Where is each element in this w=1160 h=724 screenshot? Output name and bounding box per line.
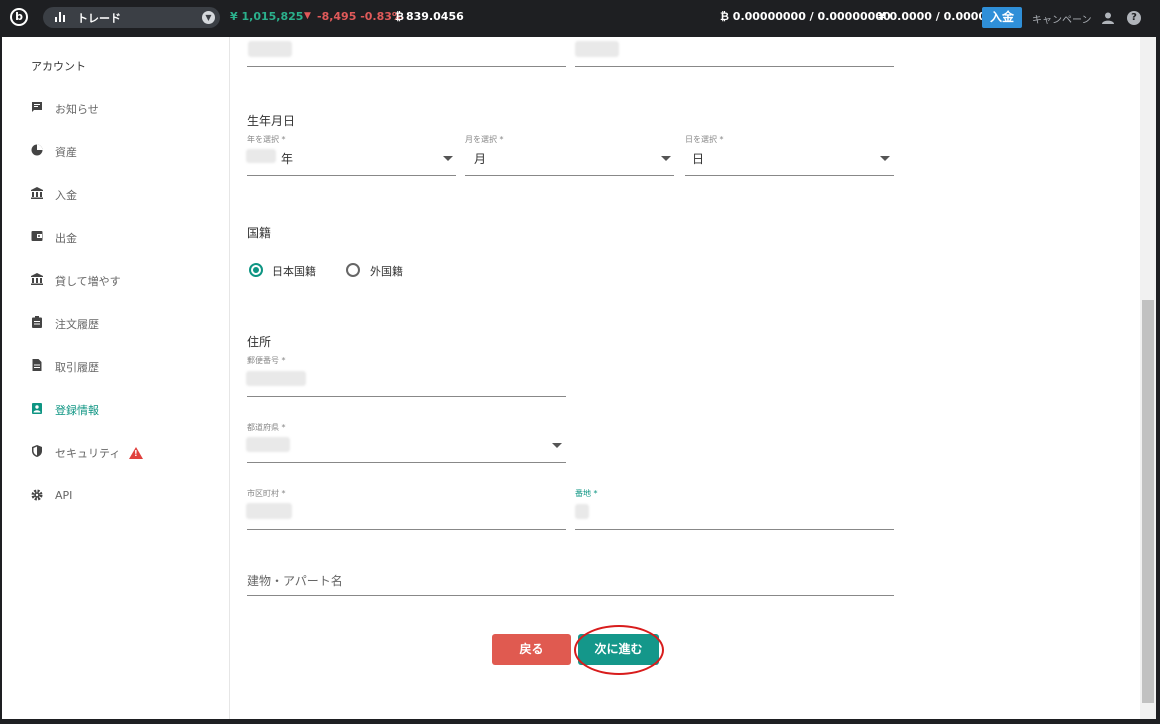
prefecture-select[interactable] <box>247 462 566 463</box>
radio-japanese[interactable] <box>249 263 263 277</box>
sidebar-item-label: 貸して増やす <box>55 275 121 288</box>
btc-symbol: ₿ <box>395 10 404 23</box>
year-suffix: 年 <box>281 152 294 166</box>
highlight-ring <box>574 625 664 675</box>
clipboard-icon <box>32 316 42 328</box>
logo-icon[interactable]: b <box>10 8 28 26</box>
user-icon[interactable] <box>1102 12 1114 24</box>
sidebar: アカウント お知らせ 資産 入金 出金 貸して増やす 注文履歴 取引履歴 登録情… <box>2 37 230 719</box>
building-placeholder: 建物・アパート名 <box>247 574 343 588</box>
badge-icon <box>32 403 42 414</box>
blurred-value <box>248 41 292 57</box>
sidebar-item-label: 取引履歴 <box>55 361 99 374</box>
month-value: 月 <box>474 152 487 166</box>
document-icon <box>32 359 42 371</box>
birthdate-heading: 生年月日 <box>247 114 296 128</box>
caret-down-icon <box>552 443 562 448</box>
announcement-icon <box>32 102 42 112</box>
year-select[interactable] <box>247 175 456 176</box>
radio-label-japanese[interactable]: 日本国籍 <box>272 263 316 279</box>
sidebar-title: アカウント <box>31 60 86 73</box>
sidebar-item-label: お知らせ <box>55 103 99 116</box>
caret-down-icon <box>661 156 671 161</box>
day-value: 日 <box>692 152 705 166</box>
month-select[interactable] <box>465 175 674 176</box>
jpy-balance: ¥ 1,015,825 <box>230 10 304 23</box>
name-field[interactable] <box>247 66 566 67</box>
blurred-value <box>246 437 290 452</box>
wallet-icon <box>31 231 43 241</box>
market-selector[interactable]: トレード ▼ <box>43 7 220 28</box>
address-heading: 住所 <box>247 335 272 349</box>
street-field[interactable] <box>575 529 894 530</box>
radio-label-foreign[interactable]: 外国籍 <box>370 263 403 279</box>
blurred-value <box>246 503 292 519</box>
day-label: 日を選択 * <box>685 135 724 144</box>
bank-icon <box>31 273 43 285</box>
sidebar-item-label: 登録情報 <box>55 404 99 417</box>
down-arrow-icon: ▼ <box>304 11 311 21</box>
btc-balance: ₿ 0.00000000 / 0.00000000 <box>720 10 891 23</box>
help-icon[interactable]: ? <box>1127 11 1141 25</box>
deposit-button[interactable]: 入金 <box>982 7 1022 28</box>
sidebar-item-label: 出金 <box>55 232 77 245</box>
pie-chart-icon <box>31 144 43 156</box>
nationality-heading: 国籍 <box>247 226 272 240</box>
warning-icon: ! <box>129 447 143 459</box>
caret-down-icon <box>443 156 453 161</box>
registration-form: 生年月日 年を選択 * 年 月を選択 * 月 日を選択 * 日 国籍 日本国籍 … <box>230 37 1140 719</box>
month-label: 月を選択 * <box>465 135 504 144</box>
blurred-value <box>246 149 276 163</box>
page-content: アカウント お知らせ 資産 入金 出金 貸して増やす 注文履歴 取引履歴 登録情… <box>2 37 1140 719</box>
sidebar-item-label: 入金 <box>55 189 77 202</box>
top-bar: b トレード ▼ ¥ 1,015,825 ▼ -8,495 -0.83% ₿ 8… <box>0 0 1160 36</box>
caret-down-icon <box>880 156 890 161</box>
btc-price: 839.0456 <box>406 10 464 23</box>
jpy-available: ¥ 0.0000 / 0.0000 <box>878 10 987 23</box>
year-label: 年を選択 * <box>247 135 286 144</box>
gear-icon <box>31 489 43 501</box>
blurred-value <box>575 504 589 519</box>
sidebar-item-label: セキュリティ <box>55 447 121 460</box>
price-change: -8,495 -0.83% <box>317 10 403 23</box>
day-select[interactable] <box>685 175 894 176</box>
shield-icon <box>32 445 42 457</box>
name-kana-field[interactable] <box>575 66 894 67</box>
sidebar-item-label: API <box>55 489 73 502</box>
radio-foreign[interactable] <box>346 263 360 277</box>
blurred-value <box>575 41 619 57</box>
chart-bars-icon <box>55 12 65 22</box>
prefecture-label: 都道府県 * <box>247 423 286 432</box>
bank-icon <box>31 187 43 199</box>
sidebar-item-label: 資産 <box>55 146 77 159</box>
sidebar-item-label: 注文履歴 <box>55 318 99 331</box>
city-label: 市区町村 * <box>247 489 286 498</box>
street-label: 番地 * <box>575 489 598 498</box>
back-button[interactable]: 戻る <box>492 634 571 665</box>
building-field[interactable] <box>247 595 894 596</box>
chevron-down-icon[interactable]: ▼ <box>202 11 215 24</box>
market-label: トレード <box>77 12 121 25</box>
city-field[interactable] <box>247 529 566 530</box>
postal-label: 郵便番号 * <box>247 356 286 365</box>
campaign-link[interactable]: キャンペーン <box>1032 11 1092 26</box>
scrollbar-thumb[interactable] <box>1142 300 1154 703</box>
postal-code-field[interactable] <box>247 396 566 397</box>
blurred-value <box>246 371 306 386</box>
